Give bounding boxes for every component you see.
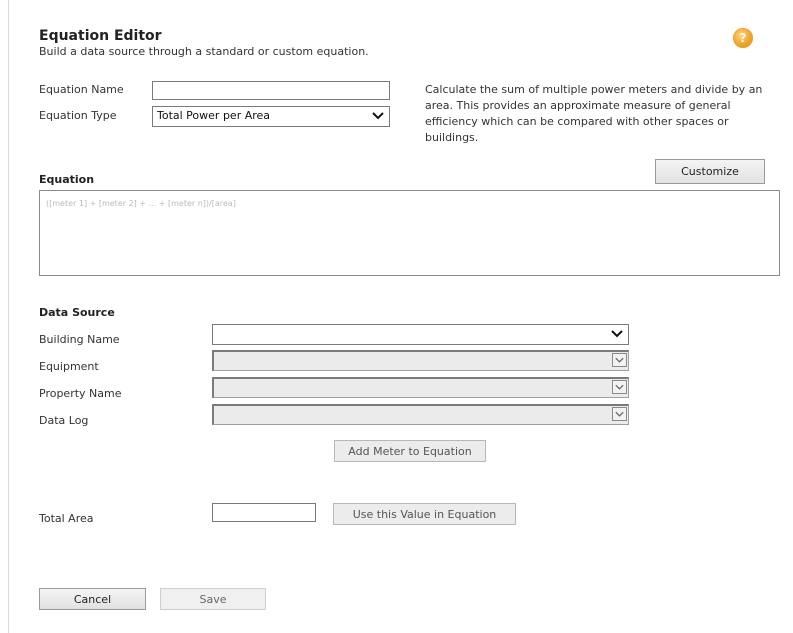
cancel-button[interactable]: Cancel — [39, 588, 146, 610]
building-name-select[interactable] — [212, 324, 629, 345]
equation-type-description: Calculate the sum of multiple power mete… — [425, 83, 763, 144]
chevron-down-icon — [372, 112, 384, 120]
data-source-section-title: Data Source — [39, 306, 115, 319]
equation-name-input[interactable] — [152, 81, 390, 100]
add-meter-button[interactable]: Add Meter to Equation — [334, 440, 486, 462]
left-border — [8, 0, 9, 633]
equation-textarea[interactable]: ([meter 1] + [meter 2] + ... + [meter n]… — [39, 190, 780, 276]
chevron-down-icon — [615, 411, 624, 417]
equipment-select[interactable] — [212, 350, 629, 371]
customize-button[interactable]: Customize — [655, 159, 765, 184]
equation-name-label: Equation Name — [39, 83, 124, 96]
chevron-down-icon — [615, 384, 624, 390]
equation-type-value: Total Power per Area — [157, 109, 271, 122]
page-subtitle: Build a data source through a standard o… — [39, 45, 369, 58]
total-area-input[interactable] — [212, 503, 316, 522]
property-name-label: Property Name — [39, 387, 122, 400]
data-log-select[interactable] — [212, 404, 629, 425]
total-area-label: Total Area — [39, 512, 94, 525]
equation-placeholder: ([meter 1] + [meter 2] + ... + [meter n]… — [46, 199, 236, 208]
equipment-label: Equipment — [39, 360, 99, 373]
chevron-down-icon — [611, 330, 623, 338]
save-button[interactable]: Save — [160, 588, 266, 610]
page-title: Equation Editor — [39, 28, 162, 44]
use-value-button[interactable]: Use this Value in Equation — [333, 503, 516, 525]
building-name-label: Building Name — [39, 333, 120, 346]
equation-type-select[interactable]: Total Power per Area — [152, 106, 390, 127]
data-log-label: Data Log — [39, 414, 89, 427]
help-icon[interactable]: ? — [733, 28, 753, 48]
property-name-select[interactable] — [212, 377, 629, 398]
equation-type-label: Equation Type — [39, 109, 117, 122]
chevron-down-icon — [615, 357, 624, 363]
equation-section-title: Equation — [39, 173, 95, 186]
